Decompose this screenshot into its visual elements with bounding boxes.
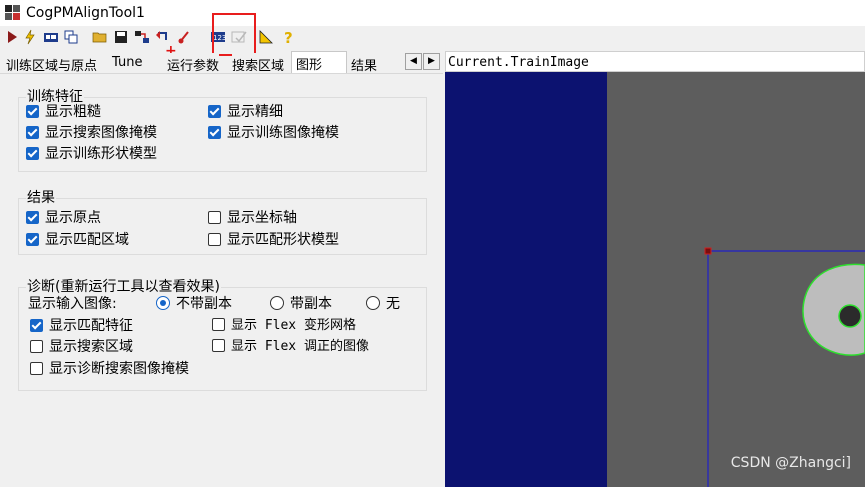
save-icon[interactable]	[113, 29, 129, 45]
show-match-shape-checkbox[interactable]: 显示匹配形状模型	[208, 232, 339, 250]
tab-tune[interactable]: Tune	[112, 53, 143, 73]
radio-no-copy[interactable]: 不带副本	[156, 296, 232, 314]
tab-train-region[interactable]: 训练区域与原点	[6, 53, 98, 74]
svg-text:?: ?	[284, 29, 293, 45]
train-icon[interactable]	[176, 29, 192, 45]
tab-graphics[interactable]: 图形	[291, 51, 347, 74]
radio-icon	[366, 296, 380, 310]
show-search-region-checkbox[interactable]: 显示搜索区域	[30, 339, 133, 357]
radio-none[interactable]: 无	[366, 296, 400, 314]
show-diag-search-mask-checkbox[interactable]: 显示诊断搜索图像掩模	[30, 361, 189, 379]
train-features-title: 训练特征	[26, 86, 84, 106]
viewer-header: Current.TrainImage	[445, 51, 865, 72]
checkbox-icon	[30, 362, 43, 375]
checkbox-icon	[30, 319, 43, 332]
run-icon[interactable]	[4, 29, 20, 45]
highlight-box	[212, 13, 256, 56]
show-origin-checkbox[interactable]: 显示原点	[26, 210, 101, 228]
checkbox-icon	[208, 105, 221, 118]
checkbox-icon	[212, 339, 225, 352]
radio-icon	[270, 296, 284, 310]
checkbox-icon	[208, 126, 221, 139]
tab-run-params[interactable]: 运行参数	[167, 53, 220, 74]
electric-icon[interactable]	[22, 29, 38, 45]
cognex-app-icon	[5, 5, 20, 20]
part-hole	[838, 304, 862, 328]
checkbox-icon	[208, 233, 221, 246]
measure-icon[interactable]	[258, 29, 274, 45]
checkbox-icon	[26, 105, 39, 118]
diagnostics-title: 诊断(重新运行工具以查看效果)	[26, 276, 221, 296]
show-flex-grid-checkbox[interactable]: 显示 Flex 变形网格	[212, 318, 356, 336]
help-icon[interactable]: ?	[280, 29, 296, 45]
copy-icon[interactable]	[63, 29, 79, 45]
radio-with-copy[interactable]: 带副本	[270, 296, 332, 314]
checkbox-icon	[212, 318, 225, 331]
results-title: 结果	[26, 187, 56, 207]
tab-results[interactable]: 结果	[351, 53, 378, 74]
image-display[interactable]: CSDN @Zhangci]	[445, 72, 865, 487]
tab-search-region[interactable]: 搜索区域	[232, 53, 285, 74]
window-title: CogPMAlignTool1	[26, 5, 145, 21]
show-fine-checkbox[interactable]: 显示精细	[208, 104, 283, 122]
graphics-panel: 训练特征 显示粗糙 显示精细 显示搜索图像掩模 显示训练图像掩模 显示训练形状模…	[0, 73, 443, 487]
title-bar: CogPMAlignTool1	[0, 0, 865, 26]
checkbox-icon	[30, 340, 43, 353]
checkbox-icon	[26, 233, 39, 246]
show-train-mask-checkbox[interactable]: 显示训练图像掩模	[208, 125, 339, 143]
show-axes-checkbox[interactable]: 显示坐标轴	[208, 210, 297, 228]
show-match-features-checkbox[interactable]: 显示匹配特征	[30, 318, 133, 336]
checkbox-icon	[26, 147, 39, 160]
viewer-image-label: Current.TrainImage	[448, 55, 589, 70]
tab-scroll-right-icon[interactable]: ▶	[423, 53, 440, 70]
train-image-canvas	[445, 72, 865, 487]
show-coarse-checkbox[interactable]: 显示粗糙	[26, 104, 101, 122]
show-search-mask-checkbox[interactable]: 显示搜索图像掩模	[26, 125, 157, 143]
link-icon[interactable]	[134, 29, 150, 45]
tab-scroll-left-icon[interactable]: ◀	[405, 53, 422, 70]
input-image-label: 显示输入图像:	[28, 296, 117, 312]
region-handle-icon[interactable]	[704, 247, 712, 255]
show-match-region-checkbox[interactable]: 显示匹配区域	[26, 232, 129, 250]
checkbox-icon	[26, 211, 39, 224]
show-train-shape-checkbox[interactable]: 显示训练形状模型	[26, 146, 157, 164]
checkbox-icon	[26, 126, 39, 139]
watermark: CSDN @Zhangci]	[730, 455, 851, 471]
tab-strip: 训练区域与原点 Tune 运行参数 搜索区域 图形 结果	[0, 51, 445, 74]
radio-icon	[156, 296, 170, 310]
toolbar: 123 ?	[0, 26, 865, 50]
display-icon[interactable]	[43, 29, 59, 45]
checkbox-icon	[208, 211, 221, 224]
show-flex-corrected-image-checkbox[interactable]: 显示 Flex 调正的图像	[212, 339, 369, 357]
open-icon[interactable]	[92, 29, 108, 45]
